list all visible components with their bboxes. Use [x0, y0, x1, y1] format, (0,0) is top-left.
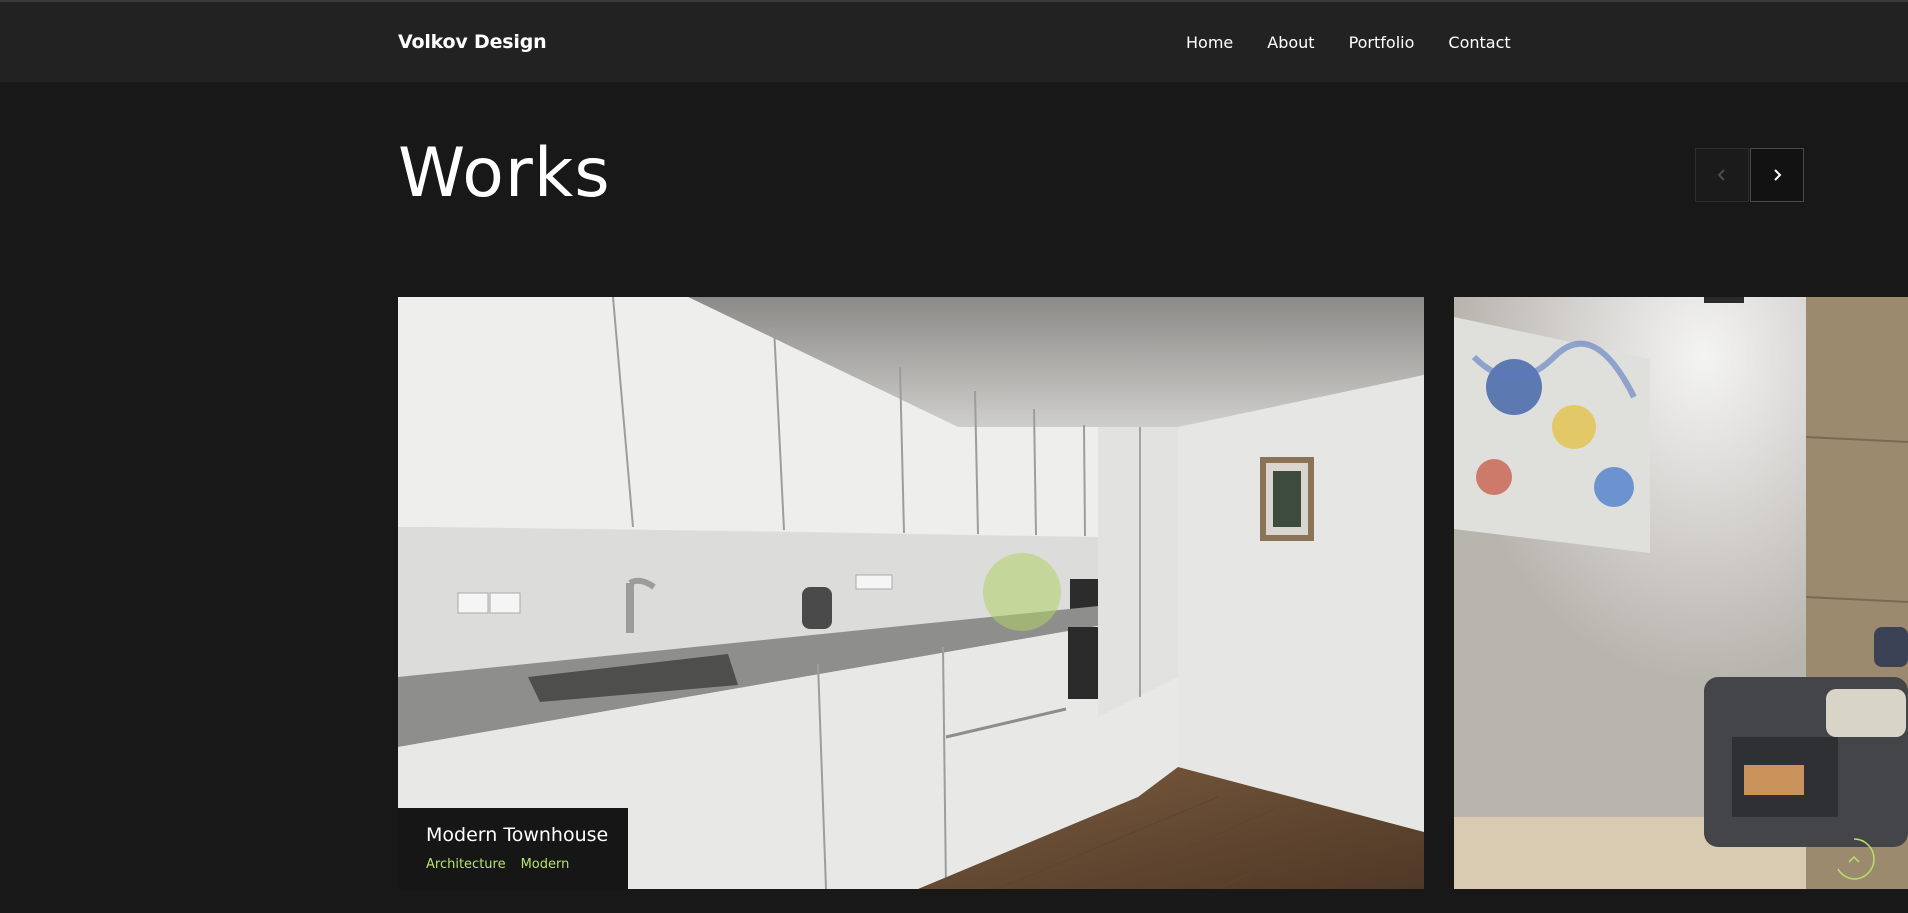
work-card-living-room[interactable]	[1454, 297, 1908, 889]
works-title: Works	[398, 134, 611, 213]
tag-modern[interactable]: Modern	[521, 857, 570, 872]
tag-architecture[interactable]: Architecture	[426, 857, 506, 872]
nav-about[interactable]: About	[1267, 33, 1314, 52]
work-card-modern-townhouse[interactable]	[398, 297, 1424, 889]
nav-home[interactable]: Home	[1186, 33, 1233, 52]
chevron-right-icon	[1774, 169, 1782, 181]
chevron-left-icon	[1717, 169, 1725, 181]
work-title[interactable]: Modern Townhouse	[426, 824, 608, 846]
cursor-highlight	[983, 553, 1061, 631]
main-nav: Home About Portfolio Contact	[1186, 33, 1545, 52]
chevron-up-icon	[1837, 838, 1875, 880]
nav-contact[interactable]: Contact	[1448, 33, 1510, 52]
work-caption: Modern Townhouse Architecture Modern	[398, 808, 628, 889]
scroll-to-top-button[interactable]	[1832, 837, 1876, 881]
site-logo[interactable]: Volkov Design	[398, 31, 547, 53]
nav-portfolio[interactable]: Portfolio	[1349, 33, 1415, 52]
living-room-photo	[1454, 297, 1908, 889]
kitchen-photo	[398, 297, 1424, 889]
site-header: Volkov Design Home About Portfolio Conta…	[0, 2, 1908, 82]
slider-next-button[interactable]	[1750, 148, 1804, 202]
work-tags: Architecture Modern	[426, 857, 584, 872]
slider-prev-button[interactable]	[1695, 148, 1749, 202]
